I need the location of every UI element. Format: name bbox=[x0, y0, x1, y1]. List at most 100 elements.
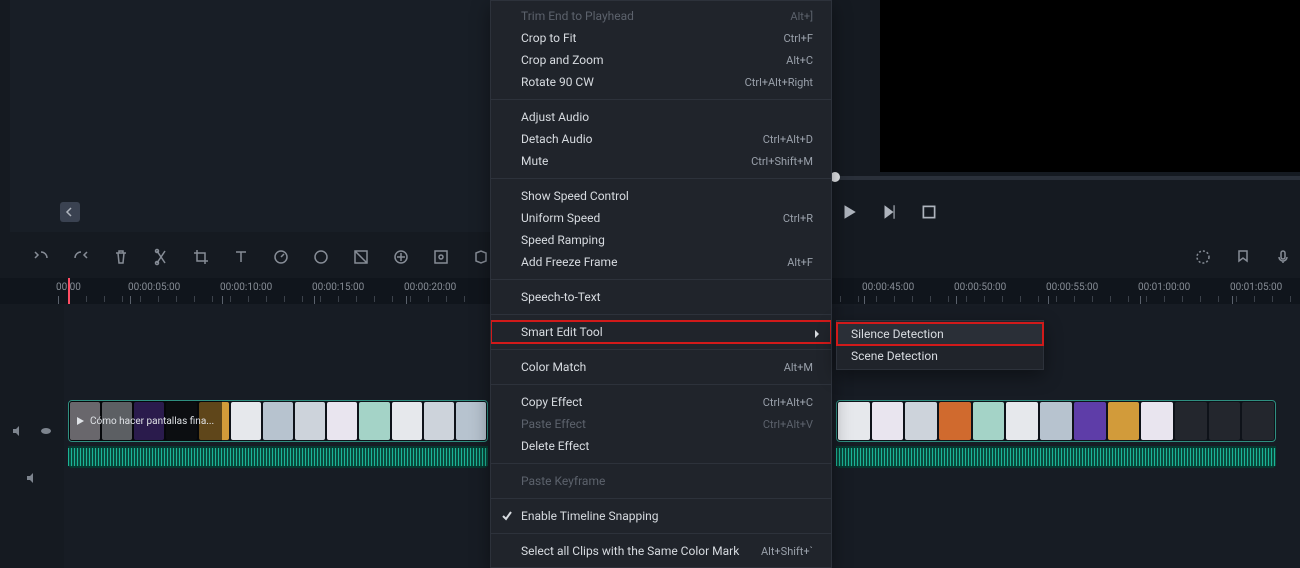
ruler-label: 00:00:10:00 bbox=[220, 282, 272, 293]
menu-separator bbox=[491, 99, 831, 100]
menu-item-shortcut: Ctrl+R bbox=[783, 212, 813, 225]
keyframe-button[interactable] bbox=[432, 248, 450, 266]
chevron-right-icon bbox=[813, 327, 823, 337]
menu-separator bbox=[491, 463, 831, 464]
clip-thumbnails bbox=[837, 401, 1275, 441]
menu-item-smart-edit-tool[interactable]: Smart Edit Tool bbox=[491, 321, 831, 343]
menu-item-enable-timeline-snapping[interactable]: Enable Timeline Snapping bbox=[491, 505, 831, 527]
menu-item-shortcut: Alt+F bbox=[787, 256, 813, 269]
menu-item-select-all-clips-with-the-same-color-mark[interactable]: Select all Clips with the Same Color Mar… bbox=[491, 540, 831, 562]
menu-item-label: Speech-to-Text bbox=[521, 290, 601, 304]
track-controls bbox=[0, 304, 64, 568]
menu-item-shortcut: Alt+M bbox=[784, 361, 813, 374]
context-menu: Trim End to PlayheadAlt+]Crop to FitCtrl… bbox=[490, 0, 832, 568]
render-button[interactable] bbox=[1194, 248, 1212, 266]
menu-item-shortcut: Alt+C bbox=[786, 54, 813, 67]
delete-button[interactable] bbox=[112, 248, 130, 266]
ruler-label: 00:00:50:00 bbox=[954, 282, 1006, 293]
menu-item-add-freeze-frame[interactable]: Add Freeze Frame Alt+F bbox=[491, 251, 831, 273]
crop-button[interactable] bbox=[192, 248, 210, 266]
menu-item-label: Delete Effect bbox=[521, 439, 589, 453]
menu-item-detach-audio[interactable]: Detach Audio Ctrl+Alt+D bbox=[491, 128, 831, 150]
green-screen-button[interactable] bbox=[352, 248, 370, 266]
menu-item-label: Speed Ramping bbox=[521, 233, 605, 247]
menu-item-label: Add Freeze Frame bbox=[521, 255, 617, 269]
menu-item-label: Select all Clips with the Same Color Mar… bbox=[521, 544, 739, 558]
menu-item-shortcut: Ctrl+Alt+V bbox=[763, 418, 813, 431]
menu-item-shortcut: Alt+] bbox=[790, 10, 813, 23]
audio-waveform[interactable] bbox=[836, 446, 1276, 468]
menu-item-paste-keyframe: Paste Keyframe bbox=[491, 470, 831, 492]
hide-icon[interactable] bbox=[39, 424, 53, 441]
menu-item-copy-effect[interactable]: Copy EffectCtrl+Alt+C bbox=[491, 391, 831, 413]
menu-separator bbox=[491, 178, 831, 179]
menu-item-crop-to-fit[interactable]: Crop to Fit Ctrl+F bbox=[491, 27, 831, 49]
ruler-label: 00:01:05:00 bbox=[1230, 282, 1282, 293]
menu-item-crop-and-zoom[interactable]: Crop and Zoom Alt+C bbox=[491, 49, 831, 71]
menu-item-speech-to-text[interactable]: Speech-to-Text bbox=[491, 286, 831, 308]
checkmark-icon bbox=[501, 510, 513, 522]
menu-separator bbox=[491, 279, 831, 280]
video-clip[interactable] bbox=[836, 400, 1276, 442]
video-clip[interactable]: Cómo hacer pantallas fina... bbox=[68, 400, 488, 442]
ruler-label: 00:01:00:00 bbox=[1138, 282, 1190, 293]
menu-item-speed-ramping[interactable]: Speed Ramping bbox=[491, 229, 831, 251]
media-panel bbox=[10, 0, 490, 232]
submenu-item-scene-detection[interactable]: Scene Detection bbox=[837, 345, 1043, 367]
play-button[interactable] bbox=[840, 203, 858, 221]
menu-separator bbox=[491, 533, 831, 534]
menu-item-shortcut: Ctrl+Shift+M bbox=[751, 155, 813, 168]
redo-button[interactable] bbox=[72, 248, 90, 266]
clip-title: Cómo hacer pantallas fina... bbox=[69, 401, 222, 441]
menu-item-label: Adjust Audio bbox=[521, 110, 589, 124]
mute-icon[interactable] bbox=[25, 471, 39, 488]
next-frame-button[interactable] bbox=[880, 203, 898, 221]
mic-button[interactable] bbox=[1274, 248, 1292, 266]
menu-item-label: Copy Effect bbox=[521, 395, 582, 409]
timeline-toolbar-right bbox=[1194, 242, 1300, 272]
mute-icon[interactable] bbox=[11, 424, 25, 441]
submenu-item-silence-detection[interactable]: Silence Detection bbox=[837, 323, 1043, 345]
menu-item-color-match[interactable]: Color Match Alt+M bbox=[491, 356, 831, 378]
menu-item-show-speed-control[interactable]: Show Speed Control bbox=[491, 185, 831, 207]
preview-seek-bar[interactable] bbox=[830, 176, 1300, 180]
ruler-label: 00:00:55:00 bbox=[1046, 282, 1098, 293]
text-button[interactable] bbox=[232, 248, 250, 266]
tag-button[interactable] bbox=[472, 248, 490, 266]
marker-button[interactable] bbox=[1234, 248, 1252, 266]
menu-item-rotate-90-cw[interactable]: Rotate 90 CWCtrl+Alt+Right bbox=[491, 71, 831, 93]
menu-item-shortcut: Ctrl+F bbox=[784, 32, 813, 45]
ruler-label: 00:00:15:00 bbox=[312, 282, 364, 293]
speed-button[interactable] bbox=[272, 248, 290, 266]
ruler-label: 00:00:05:00 bbox=[128, 282, 180, 293]
menu-item-label: Detach Audio bbox=[521, 132, 592, 146]
chevron-left-icon bbox=[65, 207, 75, 217]
menu-item-label: Uniform Speed bbox=[521, 211, 600, 225]
menu-item-shortcut: Alt+Shift+` bbox=[761, 545, 813, 558]
menu-item-adjust-audio[interactable]: Adjust Audio bbox=[491, 106, 831, 128]
ruler-label: 00:00:20:00 bbox=[404, 282, 456, 293]
ruler-label: 00:00:45:00 bbox=[862, 282, 914, 293]
menu-item-shortcut: Ctrl+Alt+D bbox=[763, 133, 813, 146]
stop-button[interactable] bbox=[920, 203, 938, 221]
clip-title-label: Cómo hacer pantallas fina... bbox=[90, 416, 214, 427]
menu-item-uniform-speed[interactable]: Uniform Speed Ctrl+R bbox=[491, 207, 831, 229]
undo-button[interactable] bbox=[32, 248, 50, 266]
menu-item-label: Color Match bbox=[521, 360, 586, 374]
split-button[interactable] bbox=[152, 248, 170, 266]
collapse-panel-button[interactable] bbox=[60, 202, 80, 222]
menu-item-label: Crop and Zoom bbox=[521, 53, 604, 67]
menu-separator bbox=[491, 314, 831, 315]
menu-item-delete-effect[interactable]: Delete Effect bbox=[491, 435, 831, 457]
audio-waveform[interactable] bbox=[68, 446, 488, 468]
menu-item-label: Enable Timeline Snapping bbox=[521, 509, 659, 523]
menu-item-shortcut: Ctrl+Alt+Right bbox=[745, 76, 813, 89]
play-icon bbox=[75, 416, 85, 426]
menu-item-label: Smart Edit Tool bbox=[521, 325, 603, 339]
menu-item-paste-effect: Paste Effect Ctrl+Alt+V bbox=[491, 413, 831, 435]
menu-item-mute[interactable]: MuteCtrl+Shift+M bbox=[491, 150, 831, 172]
menu-item-label: Crop to Fit bbox=[521, 31, 576, 45]
menu-item-label: Paste Effect bbox=[521, 417, 586, 431]
color-button[interactable] bbox=[312, 248, 330, 266]
stabilize-button[interactable] bbox=[392, 248, 410, 266]
